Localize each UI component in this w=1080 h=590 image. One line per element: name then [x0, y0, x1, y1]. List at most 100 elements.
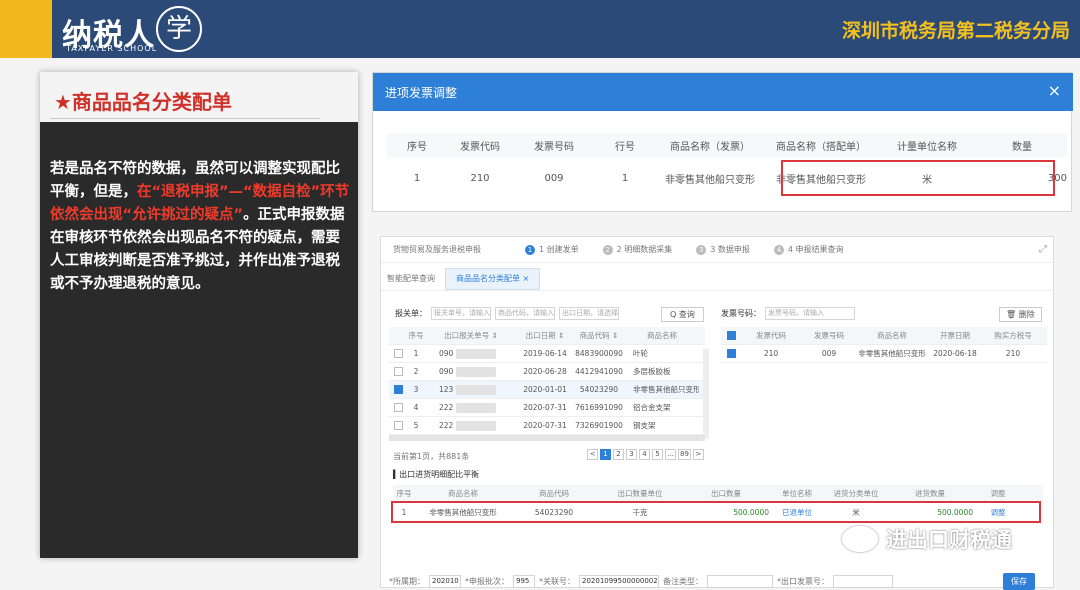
invoice-row[interactable]: 210 009 非零售其他船只变形 2020-06-18 210 — [721, 345, 1047, 363]
dh-col: 行号 — [615, 141, 635, 153]
row-checkbox[interactable] — [393, 367, 403, 377]
redacted-block — [455, 420, 496, 431]
tab-bar: 智能配单查询 商品品名分类配单 × — [381, 268, 1055, 291]
customs-no-input[interactable]: 报关单号，请输入 — [431, 307, 491, 320]
balance-title: ▍出口进货明细配比平衡 — [393, 470, 480, 479]
dh-col: 发票号码 — [534, 141, 574, 153]
col-name: 商品名称 — [647, 331, 677, 340]
cell-seq: 2 — [413, 367, 419, 376]
page-button[interactable]: > — [692, 449, 704, 460]
customs-no-text: 090 — [439, 366, 454, 376]
save-button[interactable]: 保存 — [1003, 573, 1035, 590]
row-checkbox[interactable] — [393, 421, 403, 431]
horizontal-scrollbar[interactable] — [389, 435, 705, 441]
page-button[interactable]: 2 — [613, 449, 624, 460]
page-button[interactable]: 5 — [652, 449, 663, 460]
left-filter: 报关单： 报关单号，请输入 商品代码，请输入 出口日期，请选择 — [395, 307, 619, 320]
dh-col: 商品名称（发票） — [670, 141, 750, 153]
col-customs-no[interactable]: 出口报关单号 ⇕ — [425, 330, 517, 341]
step-2[interactable]: 22 明细数据采集 — [602, 244, 672, 255]
header-accent-bar — [0, 0, 52, 58]
batch-input[interactable]: 995 — [513, 575, 535, 588]
dr-cell: 1 — [621, 172, 629, 184]
customs-row[interactable]: 3 123 2020-01-01 54023290 非零售其他船只变形 — [389, 381, 705, 399]
remark-input[interactable] — [707, 575, 773, 588]
dr-cell: 1 — [413, 172, 421, 184]
product-code-input[interactable]: 商品代码，请输入 — [495, 307, 555, 320]
cell-date: 2020-07-31 — [523, 403, 567, 412]
customs-row[interactable]: 4 222 2020-07-31 7616991090 铝合金支架 — [389, 399, 705, 417]
close-icon[interactable]: × — [1048, 81, 1061, 100]
expand-icon[interactable]: ⤢ — [1039, 244, 1047, 255]
cell-name: 叶轮 — [633, 349, 648, 358]
bh-col: 出口数量单位 — [617, 489, 663, 498]
customs-row[interactable]: 1 090 2019-06-14 8483900090 叶轮 — [389, 345, 705, 363]
cell-seq: 4 — [413, 403, 419, 412]
cell-date: 2020-07-31 — [523, 421, 567, 430]
customs-no-text: 123 — [439, 384, 454, 394]
step-dot: 4 — [773, 244, 784, 255]
page-button[interactable]: < — [587, 449, 598, 460]
customs-no-text: 222 — [439, 402, 454, 412]
cell-customs-no: 222 — [425, 420, 517, 431]
cell-name: 钢支架 — [633, 421, 656, 430]
col-date[interactable]: 出口日期 ⇕ — [517, 330, 573, 341]
dr-cell: 009 — [544, 172, 564, 184]
inv-name: 非零售其他船只变形 — [858, 349, 926, 358]
page-button[interactable]: 1 — [600, 449, 611, 460]
cell-date: 2020-01-01 — [523, 385, 567, 394]
export-invoice-input[interactable] — [833, 575, 893, 588]
dr-cell: 210 — [470, 172, 490, 184]
vertical-scrollbar[interactable] — [703, 349, 709, 439]
bh-col: 商品代码 — [539, 489, 569, 498]
remark-label: 备注类型： — [663, 577, 703, 586]
select-all-checkbox[interactable] — [726, 331, 736, 341]
redacted-block — [455, 348, 496, 359]
invoice-filter-label: 发票号码： — [721, 309, 761, 318]
invoice-no-input[interactable]: 发票号码，请输入 — [765, 307, 855, 320]
inv-date: 2020-06-18 — [933, 349, 977, 358]
invoice-label: *出口发票号： — [777, 577, 829, 586]
logo-subtitle: TAXPAYER SCHOOL — [66, 44, 158, 53]
dr-cell: 非零售其他船只变形 — [665, 174, 755, 186]
cell-date: 2019-06-14 — [523, 349, 567, 358]
page-button[interactable]: 4 — [639, 449, 650, 460]
balance-highlight-box — [391, 501, 1041, 523]
cell-code: 54023290 — [579, 385, 619, 394]
query-button[interactable]: Q 查询 — [661, 307, 704, 322]
row-checkbox[interactable] — [393, 403, 403, 413]
invoice-table: 发票代码 发票号码 商品名称 开票日期 购买方税号 210 009 非零售其他船… — [721, 327, 1047, 363]
step-3[interactable]: 33 数据申报 — [696, 244, 750, 255]
link-no-input[interactable]: 20201099500000002 — [579, 575, 659, 588]
tab-smart-query[interactable]: 智能配单查询 — [381, 273, 445, 290]
page-button[interactable]: 89 — [678, 449, 691, 460]
cell-name: 铝合金支架 — [633, 403, 671, 412]
row-checkbox[interactable] — [393, 349, 403, 359]
customs-row[interactable]: 5 222 2020-07-31 7326901900 钢支架 — [389, 417, 705, 435]
delete-button[interactable]: 🗑 删除 — [999, 307, 1042, 322]
dh-col: 发票代码 — [460, 141, 500, 153]
dh-col: 数量 — [1012, 141, 1032, 153]
cell-code: 7616991090 — [575, 403, 623, 412]
tab-product-classification[interactable]: 商品品名分类配单 × — [445, 268, 541, 290]
period-input[interactable]: 202010 — [429, 575, 461, 588]
redacted-block — [455, 366, 496, 377]
cell-seq: 1 — [413, 349, 419, 358]
step-label: 3 数据申报 — [710, 245, 750, 254]
row-checkbox[interactable] — [726, 349, 736, 359]
batch-label: *申报批次： — [465, 577, 509, 586]
cell-name: 多层板胶板 — [633, 367, 671, 376]
step-4[interactable]: 44 申报结果查询 — [773, 244, 844, 255]
row-checkbox[interactable] — [393, 385, 403, 395]
slide-title: ★商品品名分类配单 — [54, 90, 232, 114]
bh-col: 调整 — [990, 489, 1006, 498]
bh-col: 进货数量 — [915, 489, 945, 498]
export-date-input[interactable]: 出口日期，请选择 — [559, 307, 619, 320]
page-button[interactable]: 3 — [626, 449, 637, 460]
customs-row[interactable]: 2 090 2020-06-28 4412941090 多层板胶板 — [389, 363, 705, 381]
col-inv-tax: 购买方税号 — [994, 331, 1032, 340]
step-1[interactable]: 1 1 创建发单 — [525, 244, 579, 255]
redacted-block — [455, 402, 496, 413]
page-button[interactable]: ... — [665, 449, 676, 460]
col-code[interactable]: 商品代码 ⇕ — [573, 330, 625, 341]
